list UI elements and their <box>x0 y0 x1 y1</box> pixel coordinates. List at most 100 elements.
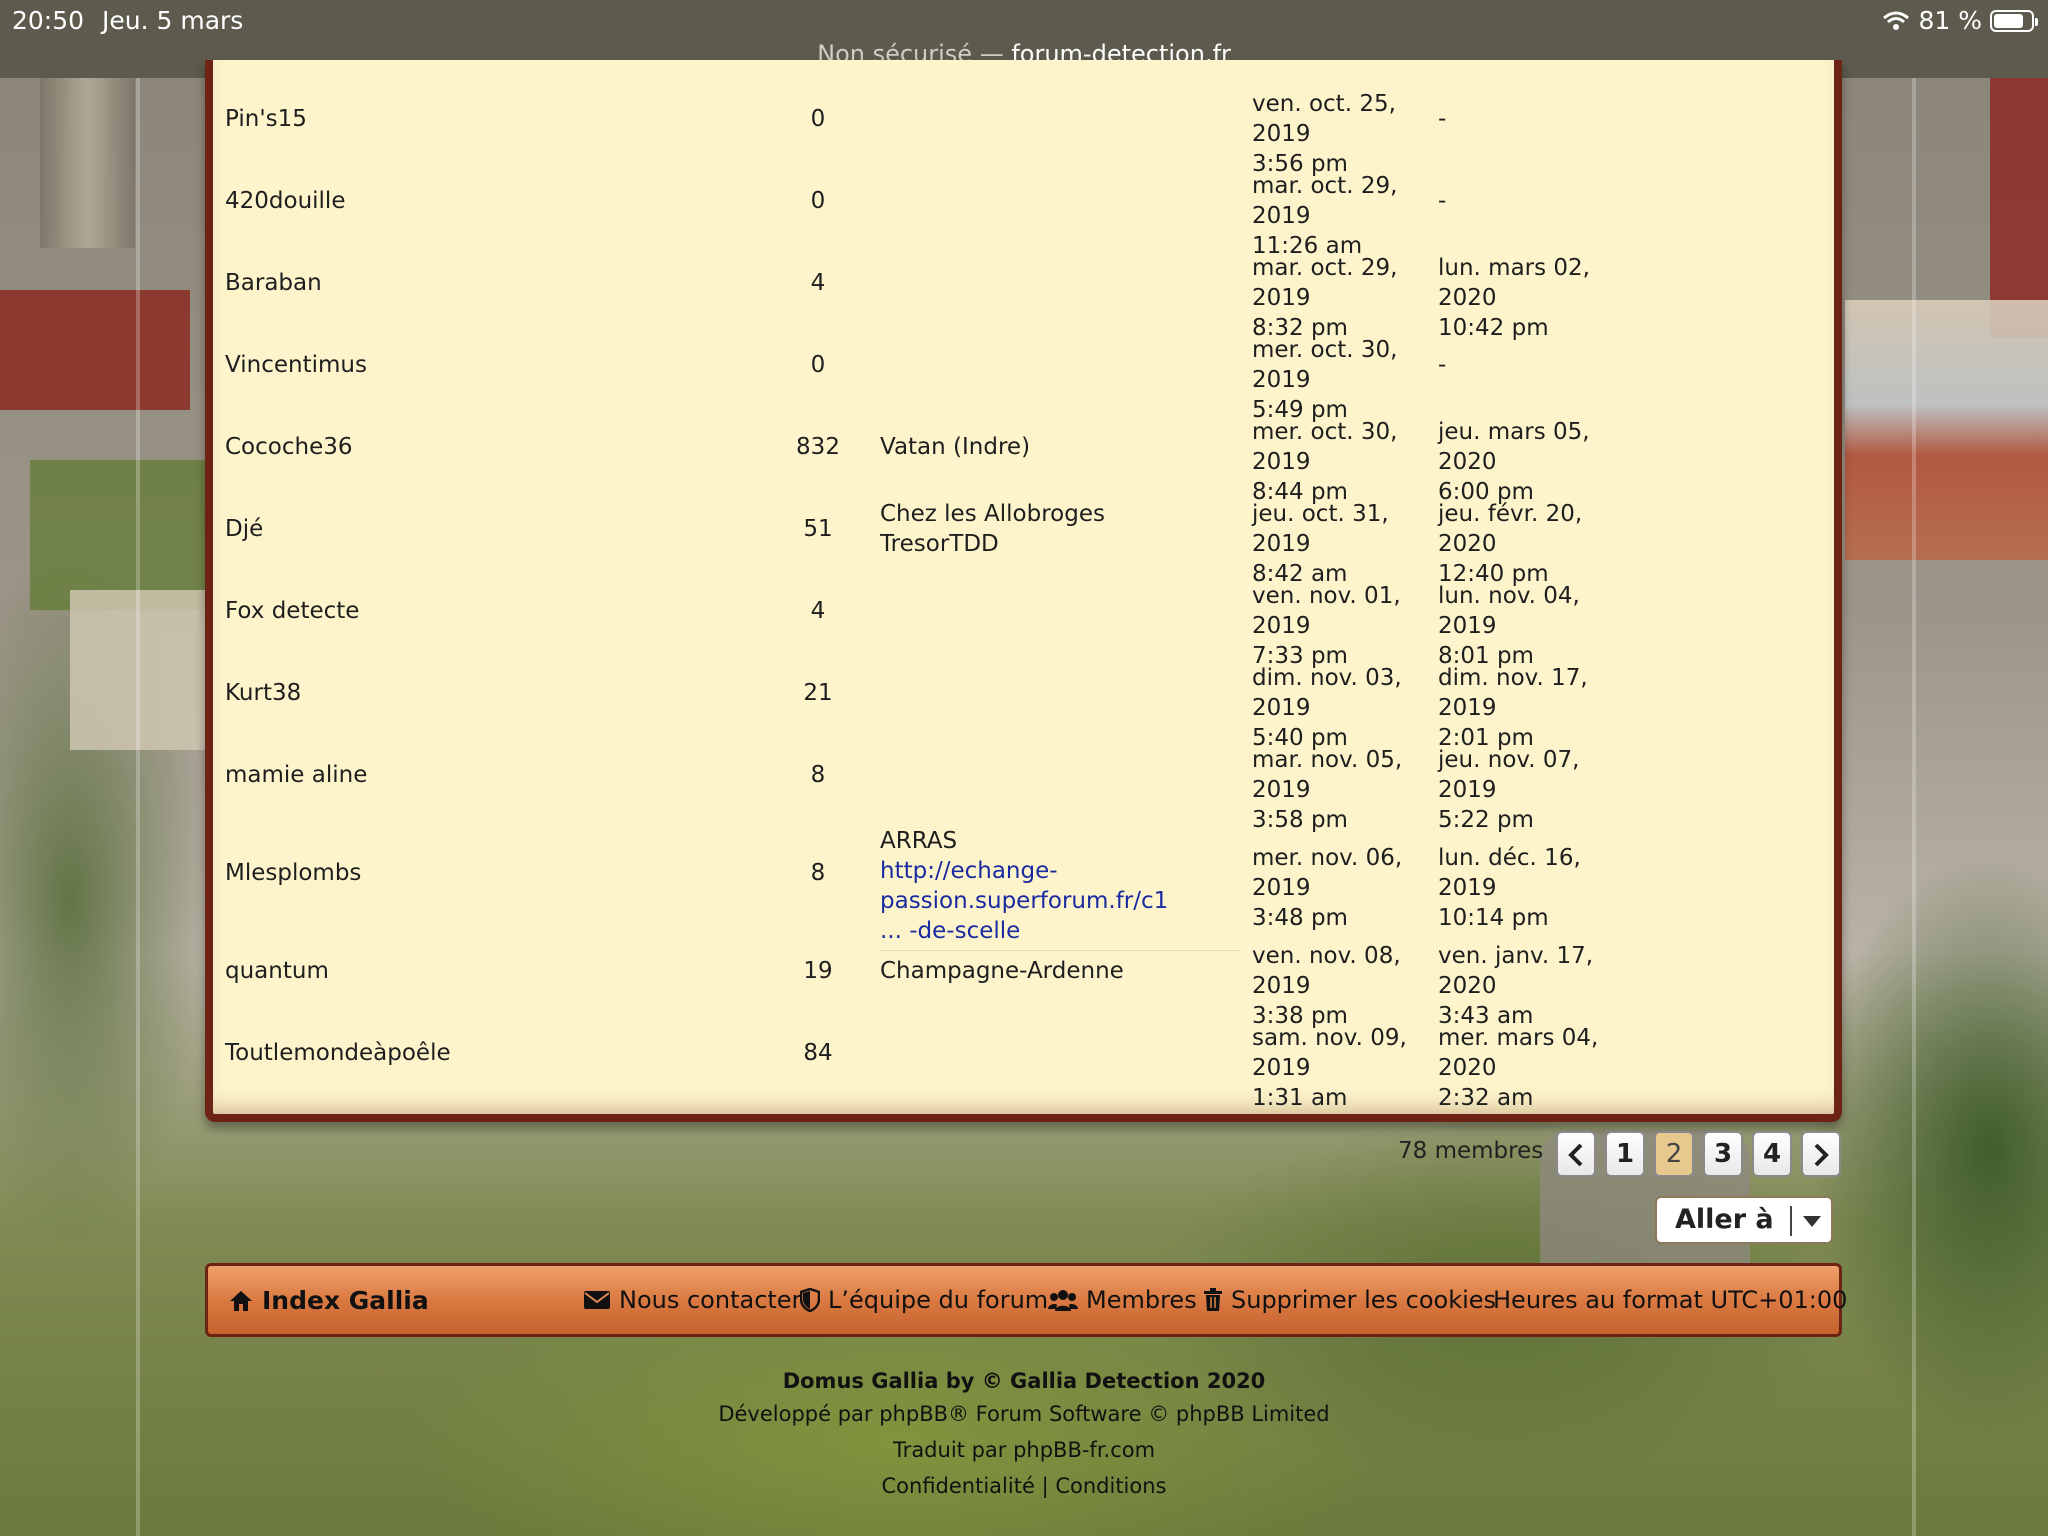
contact-label: Nous contacter <box>619 1286 802 1314</box>
member-registered: ven. oct. 25, 2019 3:56 pm <box>1252 91 1396 177</box>
member-name[interactable]: mamie aline <box>225 760 367 790</box>
member-last-visit: lun. nov. 04, 2019 8:01 pm <box>1438 583 1580 669</box>
timezone-label: Heures au format UTC+01:00 <box>1493 1286 1848 1314</box>
member-name[interactable]: Kurt38 <box>225 678 301 708</box>
member-last-visit: ven. janv. 17, 2020 3:43 am <box>1438 943 1594 1029</box>
users-icon <box>1048 1290 1078 1311</box>
members-link[interactable]: Membres <box>1048 1286 1197 1314</box>
member-name[interactable]: Pin's15 <box>225 104 307 134</box>
member-registered: mer. oct. 30, 2019 5:49 pm <box>1252 337 1398 423</box>
member-registered: ven. nov. 01, 2019 7:33 pm <box>1252 583 1401 669</box>
member-posts[interactable]: 19 <box>773 956 863 986</box>
member-last-visit: - <box>1438 106 1447 132</box>
page-button-3[interactable]: 3 <box>1703 1131 1743 1177</box>
next-page-button[interactable] <box>1801 1131 1841 1177</box>
chevron-right-icon <box>1814 1143 1829 1167</box>
member-posts[interactable]: 21 <box>773 678 863 708</box>
member-last-visit: lun. mars 02, 2020 10:42 pm <box>1438 255 1590 341</box>
page-edge-right <box>1912 78 1916 1536</box>
member-name[interactable]: Fox detecte <box>225 596 359 626</box>
page-button-1[interactable]: 1 <box>1605 1131 1645 1177</box>
member-registered: mar. nov. 05, 2019 3:58 pm <box>1252 747 1403 833</box>
member-posts[interactable]: 832 <box>773 432 863 462</box>
member-posts[interactable]: 8 <box>773 760 863 790</box>
member-posts[interactable]: 51 <box>773 514 863 544</box>
member-registered: dim. nov. 03, 2019 5:40 pm <box>1252 665 1402 751</box>
background-column <box>40 78 135 248</box>
envelope-icon <box>584 1291 610 1309</box>
member-location: ARRAS http://echange-passion.superforum.… <box>880 826 1240 951</box>
member-last-visit: jeu. nov. 07, 2019 5:22 pm <box>1438 747 1580 833</box>
member-registered: jeu. oct. 31, 2019 8:42 am <box>1252 501 1389 587</box>
contact-link[interactable]: Nous contacter <box>583 1286 801 1314</box>
member-last-visit: dim. nov. 17, 2019 2:01 pm <box>1438 665 1588 751</box>
wifi-icon <box>1883 11 1910 30</box>
background-hedge <box>30 460 210 610</box>
member-name[interactable]: Baraban <box>225 268 322 298</box>
member-registered: mer. nov. 06, 2019 3:48 pm <box>1252 845 1403 931</box>
member-registered: sam. nov. 09, 2019 1:31 am <box>1252 1025 1407 1111</box>
delete-cookies-link[interactable]: Supprimer les cookies <box>1203 1286 1496 1314</box>
member-last-visit: - <box>1438 352 1447 378</box>
member-last-visit: lun. déc. 16, 2019 10:14 pm <box>1438 845 1581 931</box>
member-name[interactable]: Toutlemondeàpoêle <box>225 1038 451 1068</box>
member-count: 78 membres <box>1398 1138 1544 1164</box>
member-registered: mar. oct. 29, 2019 11:26 am <box>1252 173 1398 259</box>
footer-navbar: Index Gallia Nous contacter L’équipe du … <box>205 1263 1847 1337</box>
battery-percent: 81 % <box>1918 6 1982 35</box>
clock: 20:50 <box>12 6 85 35</box>
battery-icon <box>1990 9 2038 32</box>
member-posts[interactable]: 8 <box>773 858 863 888</box>
home-label: Index Gallia <box>262 1286 429 1315</box>
member-location: Vatan (Indre) <box>880 434 1031 460</box>
member-registered: ven. nov. 08, 2019 3:38 pm <box>1252 943 1401 1029</box>
privacy-link[interactable]: Confidentialité <box>882 1474 1035 1498</box>
member-posts[interactable]: 4 <box>773 596 863 626</box>
member-posts[interactable]: 0 <box>773 104 863 134</box>
member-name[interactable]: Djé <box>225 514 263 544</box>
member-posts[interactable]: 4 <box>773 268 863 298</box>
page-button-4[interactable]: 4 <box>1752 1131 1792 1177</box>
member-last-visit: jeu. mars 05, 2020 6:00 pm <box>1438 419 1590 505</box>
member-name[interactable]: 420douille <box>225 186 345 216</box>
background-red-wall <box>0 290 190 410</box>
member-name[interactable]: quantum <box>225 956 329 986</box>
page-button-2-current[interactable]: 2 <box>1654 1131 1694 1177</box>
location-link[interactable]: http://echange-passion.superforum.fr/c1.… <box>880 858 1168 944</box>
members-table: Pin's15 0 ven. oct. 25, 2019 3:56 pm - 42… <box>205 60 1842 1122</box>
member-posts[interactable]: 0 <box>773 186 863 216</box>
caret-down-icon <box>1803 1216 1821 1227</box>
member-posts[interactable]: 84 <box>773 1038 863 1068</box>
background-red-wall-right <box>1990 78 2048 338</box>
delete-cookies-label: Supprimer les cookies <box>1231 1286 1497 1314</box>
shield-icon <box>800 1288 820 1312</box>
member-last-visit: - <box>1438 188 1447 214</box>
member-name[interactable]: Cocoche36 <box>225 432 353 462</box>
prev-page-button[interactable] <box>1556 1131 1596 1177</box>
jump-to-dropdown[interactable]: Aller à <box>1655 1196 1833 1244</box>
translation-credit: Traduit par phpBB-fr.com <box>892 1438 1156 1462</box>
team-label: L’équipe du forum <box>828 1286 1049 1314</box>
member-last-visit: jeu. févr. 20, 2020 12:40 pm <box>1438 501 1583 587</box>
trash-icon <box>1204 1288 1222 1311</box>
member-name[interactable]: Vincentimus <box>225 350 367 380</box>
home-link[interactable]: Index Gallia <box>228 1286 429 1315</box>
member-last-visit: mer. mars 04, 2020 2:32 am <box>1438 1025 1599 1111</box>
members-label: Membres <box>1086 1286 1197 1314</box>
member-name[interactable]: Mlesplombs <box>225 858 361 888</box>
member-registered: mer. oct. 30, 2019 8:44 pm <box>1252 419 1398 505</box>
page-edge-left <box>136 78 140 1536</box>
member-location: Champagne-Ardenne <box>880 958 1124 984</box>
terms-link[interactable]: Conditions <box>1055 1474 1166 1498</box>
status-indicators: 81 % <box>1882 6 2038 35</box>
site-credit: Domus Gallia by © Gallia Detection 2020 <box>782 1369 1266 1393</box>
background-decoration <box>1845 300 2048 560</box>
team-link[interactable]: L’équipe du forum <box>800 1286 1048 1314</box>
member-posts[interactable]: 0 <box>773 350 863 380</box>
legal-links: Confidentialité | Conditions <box>0 1474 2048 1498</box>
timezone-info: Heures au format UTC+01:00 <box>1493 1286 1847 1314</box>
date: Jeu. 5 mars <box>102 6 244 35</box>
chevron-left-icon <box>1568 1143 1583 1167</box>
legal-separator: | <box>1041 1474 1049 1498</box>
phpbb-credit: Développé par phpBB® Forum Software © ph… <box>718 1402 1330 1426</box>
